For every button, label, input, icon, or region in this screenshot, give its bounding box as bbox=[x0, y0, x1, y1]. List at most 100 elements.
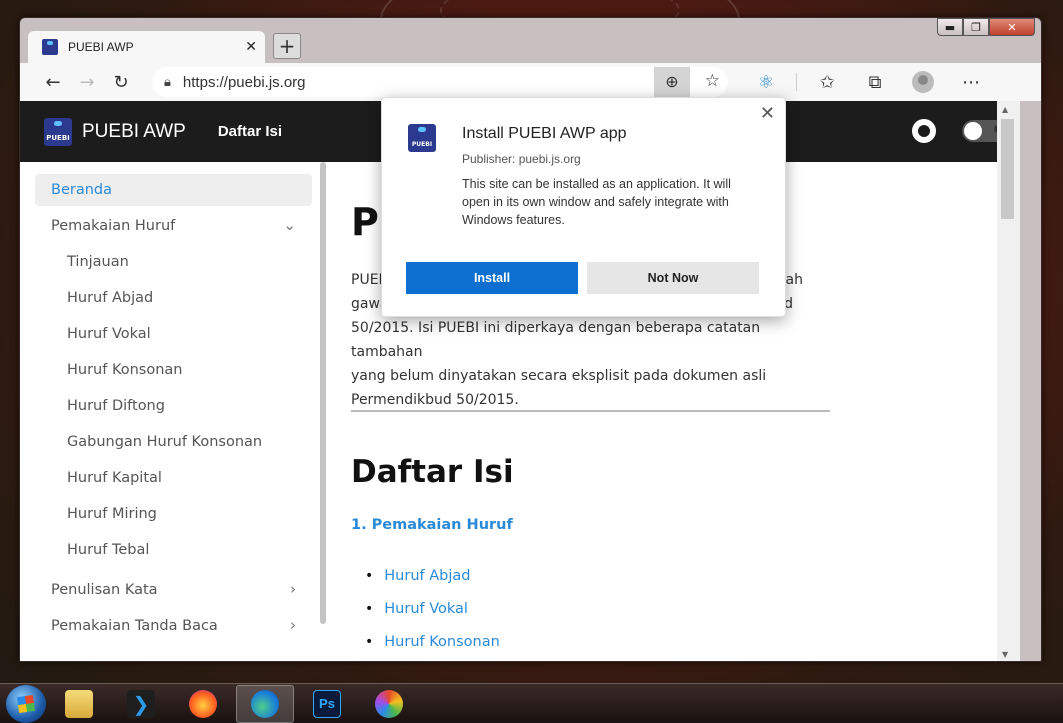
dialog-title: Install PUEBI AWP app bbox=[462, 125, 627, 142]
sidebar-item-label: Gabungan Huruf Konsonan bbox=[67, 434, 263, 450]
taskbar-file-explorer[interactable] bbox=[50, 685, 108, 723]
close-window-button[interactable]: ✕ bbox=[989, 18, 1035, 36]
chevron-right-icon[interactable]: › bbox=[290, 616, 296, 634]
sidebar-item-label: Huruf Miring bbox=[67, 506, 157, 522]
sidebar-item-huruf-konsonan[interactable]: Huruf Konsonan bbox=[35, 354, 312, 386]
sidebar-item-huruf-abjad[interactable]: Huruf Abjad bbox=[35, 282, 312, 314]
profile-button[interactable] bbox=[899, 67, 947, 97]
subsection-link[interactable]: 1. Pemakaian Huruf bbox=[351, 517, 513, 533]
sidebar-item-tinjauan[interactable]: Tinjauan bbox=[35, 246, 312, 278]
section-heading: Daftar Isi bbox=[351, 454, 514, 490]
sidebar-item-pemakaian-tanda-baca[interactable]: Pemakaian Tanda Baca › bbox=[35, 610, 312, 642]
favicon-icon bbox=[42, 39, 58, 55]
tab-title: PUEBI AWP bbox=[68, 40, 134, 54]
scroll-down-icon[interactable]: ▼ bbox=[1002, 650, 1008, 659]
sidebar: Beranda Pemakaian Huruf ⌄ Tinjauan Huruf … bbox=[20, 162, 328, 661]
taskbar-firefox[interactable] bbox=[174, 685, 232, 723]
sidebar-item-huruf-vokal[interactable]: Huruf Vokal bbox=[35, 318, 312, 350]
para-fragment: ah bbox=[785, 272, 803, 288]
sidebar-item-label: Penulisan Kata bbox=[51, 582, 158, 598]
list-item[interactable]: Huruf Vokal bbox=[365, 592, 500, 625]
taskbar-paint[interactable] bbox=[360, 685, 418, 723]
sidebar-item-huruf-miring[interactable]: Huruf Miring bbox=[35, 498, 312, 530]
sidebar-item-label: Tinjauan bbox=[67, 254, 129, 270]
list-item[interactable]: Huruf Konsonan bbox=[365, 625, 500, 658]
sidebar-item-label: Pemakaian Huruf bbox=[51, 218, 176, 234]
lock-icon[interactable]: 🔒︎ bbox=[164, 74, 171, 90]
toc-list: Huruf Abjad Huruf Vokal Huruf Konsonan bbox=[365, 559, 500, 658]
sidebar-item-huruf-diftong[interactable]: Huruf Diftong bbox=[35, 390, 312, 422]
taskbar-vscode[interactable]: ❯ bbox=[112, 685, 170, 723]
site-logo[interactable]: PUEBI bbox=[44, 117, 72, 146]
new-tab-button[interactable]: + bbox=[273, 33, 301, 59]
divider bbox=[351, 410, 830, 412]
toolbar-separator bbox=[796, 73, 797, 91]
address-bar[interactable]: 🔒︎ https://puebi.js.org ⊕ ☆ bbox=[152, 67, 728, 97]
tab-puebi[interactable]: PUEBI AWP ✕ bbox=[28, 31, 265, 63]
sidebar-item-label: Huruf Vokal bbox=[67, 326, 151, 342]
taskbar-photoshop[interactable]: Ps bbox=[298, 685, 356, 723]
dialog-description: This site can be installed as an applica… bbox=[462, 177, 731, 227]
chevron-right-icon[interactable]: › bbox=[290, 580, 296, 598]
para-line: yang belum dinyatakan secara eksplisit p… bbox=[351, 368, 767, 384]
sidebar-item-pemakaian-huruf[interactable]: Pemakaian Huruf ⌄ bbox=[35, 210, 312, 242]
github-icon[interactable] bbox=[912, 119, 936, 143]
close-icon[interactable]: ✕ bbox=[760, 103, 775, 124]
sidebar-scrollbar[interactable] bbox=[320, 162, 326, 624]
maximize-button[interactable]: ❐ bbox=[963, 18, 989, 36]
sidebar-item-huruf-kapital[interactable]: Huruf Kapital bbox=[35, 462, 312, 494]
sidebar-item-label: Beranda bbox=[51, 182, 112, 198]
forward-button[interactable]: → bbox=[70, 67, 104, 97]
app-logo: PUEBI bbox=[408, 124, 436, 152]
scroll-thumb[interactable] bbox=[1001, 119, 1014, 219]
app-install-icon[interactable]: ⊕ bbox=[654, 67, 690, 97]
react-devtools-icon[interactable]: ⚛ bbox=[742, 67, 790, 97]
tab-close-icon[interactable]: ✕ bbox=[245, 39, 257, 55]
photoshop-icon: Ps bbox=[313, 689, 341, 718]
sidebar-item-label: Huruf Abjad bbox=[67, 290, 154, 306]
site-title[interactable]: PUEBI AWP bbox=[82, 121, 186, 143]
paint-icon bbox=[375, 689, 403, 718]
toolbar-extensions: ⚛ ✩ ⧉ ⋯ bbox=[742, 67, 995, 97]
refresh-button[interactable]: ↻ bbox=[104, 67, 138, 97]
sidebar-item-label: Huruf Kapital bbox=[67, 470, 162, 486]
collections-icon[interactable]: ⧉ bbox=[851, 67, 899, 97]
vscode-icon: ❯ bbox=[127, 689, 155, 718]
install-app-dialog: PUEBI ✕ Install PUEBI AWP app Publisher:… bbox=[381, 97, 786, 317]
window-controls: ▬ ❐ ✕ bbox=[937, 18, 1035, 36]
para-line: 50/2015. Isi PUEBI ini diperkaya dengan … bbox=[351, 320, 761, 360]
firefox-icon bbox=[189, 689, 217, 718]
folder-icon bbox=[65, 689, 93, 718]
toggle-knob bbox=[964, 122, 982, 140]
list-item[interactable]: Huruf Abjad bbox=[365, 559, 500, 592]
nav-daftar-isi[interactable]: Daftar Isi bbox=[218, 123, 282, 140]
sidebar-item-label: Huruf Tebal bbox=[67, 542, 150, 558]
page-scrollbar[interactable]: ▲ ▼ bbox=[997, 101, 1020, 661]
edge-icon bbox=[251, 689, 279, 718]
settings-more-icon[interactable]: ⋯ bbox=[947, 67, 995, 97]
favorite-star-icon[interactable]: ☆ bbox=[705, 71, 720, 91]
chevron-down-icon[interactable]: ⌄ bbox=[283, 216, 296, 234]
sidebar-item-label: Pemakaian Tanda Baca bbox=[51, 618, 218, 634]
install-button[interactable]: Install bbox=[406, 262, 578, 294]
taskbar-edge[interactable] bbox=[236, 684, 294, 723]
sidebar-item-label: Huruf Diftong bbox=[67, 398, 165, 414]
minimize-button[interactable]: ▬ bbox=[937, 18, 963, 36]
back-button[interactable]: ← bbox=[36, 67, 70, 97]
sidebar-item-beranda[interactable]: Beranda bbox=[35, 174, 312, 206]
browser-toolbar: ← → ↻ 🔒︎ https://puebi.js.org ⊕ ☆ ⚛ ✩ ⧉ … bbox=[20, 63, 1041, 101]
url-text: https://puebi.js.org bbox=[182, 73, 306, 91]
scroll-up-icon[interactable]: ▲ bbox=[1002, 105, 1008, 114]
not-now-button[interactable]: Not Now bbox=[587, 262, 759, 294]
taskbar: ❯ Ps bbox=[0, 683, 1063, 723]
favorites-icon[interactable]: ✩ bbox=[803, 67, 851, 97]
sidebar-item-penulisan-kata[interactable]: Penulisan Kata › bbox=[35, 574, 312, 606]
sidebar-item-label: Huruf Konsonan bbox=[67, 362, 183, 378]
para-line: Permendikbud 50/2015. bbox=[351, 392, 519, 408]
avatar bbox=[912, 71, 934, 93]
publisher-text: Publisher: puebi.js.org bbox=[462, 152, 581, 166]
sidebar-item-gabungan-huruf-konsonan[interactable]: Gabungan Huruf Konsonan bbox=[35, 426, 312, 458]
sidebar-item-huruf-tebal[interactable]: Huruf Tebal bbox=[35, 534, 312, 566]
tab-strip: PUEBI AWP ✕ + bbox=[28, 31, 301, 63]
start-button[interactable] bbox=[6, 684, 46, 723]
